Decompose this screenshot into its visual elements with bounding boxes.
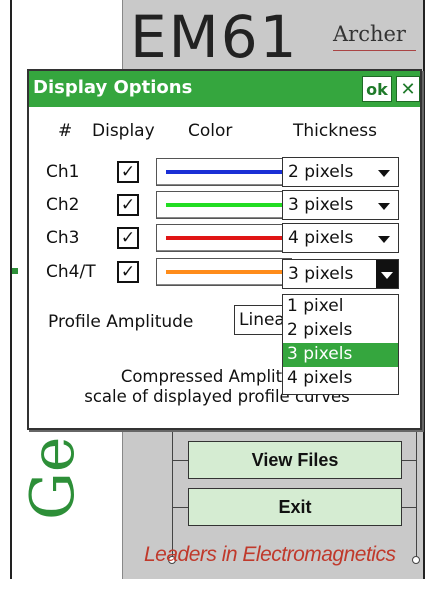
channel-label: Ch1 [46, 162, 80, 182]
chevron-down-icon [381, 272, 393, 279]
screen: EM61 Archer Ge View Files Exit Leaders i… [0, 0, 428, 579]
ch3-thickness-select[interactable]: 4 pixels [282, 223, 399, 253]
header-thickness: Thickness [293, 121, 378, 141]
ch1-color-button[interactable] [156, 158, 292, 186]
ch4-thickness-value: 3 pixels [288, 264, 354, 284]
ch2-thickness-select[interactable]: 3 pixels [282, 190, 399, 220]
ch1-thickness-value: 2 pixels [288, 162, 354, 182]
ok-button[interactable]: ok [362, 76, 392, 102]
ch4-thickness-select[interactable]: 3 pixels [282, 259, 399, 289]
dropdown-option[interactable]: 1 pixel [283, 295, 398, 319]
ch3-color-swatch [166, 236, 282, 240]
ch4-display-checkbox[interactable]: ✓ [117, 261, 139, 283]
channel-label: Ch3 [46, 228, 80, 248]
tree-node-icon [412, 556, 420, 564]
exit-button[interactable]: Exit [188, 488, 402, 526]
ch3-display-checkbox[interactable]: ✓ [117, 227, 139, 249]
ch4-color-button[interactable] [156, 258, 292, 286]
ch3-color-button[interactable] [156, 224, 292, 252]
menu-branch [172, 507, 188, 508]
channel-label: Ch4/T [46, 262, 96, 282]
ch2-display-checkbox[interactable]: ✓ [117, 194, 139, 216]
side-logo-text: Ge [18, 436, 88, 520]
menu-tree-line [172, 430, 173, 560]
close-icon[interactable]: ✕ [396, 76, 420, 102]
chevron-down-icon [378, 203, 390, 210]
dropdown-option[interactable]: 4 pixels [283, 367, 398, 391]
ch2-color-button[interactable] [156, 191, 292, 219]
chevron-down-icon [378, 236, 390, 243]
header-color: Color [188, 121, 233, 141]
product-logo: EM61 [130, 3, 299, 71]
dropdown-option[interactable]: 3 pixels [283, 343, 398, 367]
header-display: Display [92, 121, 155, 141]
brand-underline [333, 50, 416, 51]
ch3-thickness-value: 4 pixels [288, 228, 354, 248]
tagline: Leaders in Electromagnetics [144, 543, 396, 566]
channel-label: Ch2 [46, 195, 80, 215]
profile-amplitude-label: Profile Amplitude [48, 312, 194, 332]
display-options-dialog: Display Options ok ✕ # Display Color Thi… [27, 69, 422, 430]
side-logo: Ge [18, 437, 88, 590]
dropdown-option[interactable]: 2 pixels [283, 319, 398, 343]
ch1-display-checkbox[interactable]: ✓ [117, 161, 139, 183]
ch2-thickness-value: 3 pixels [288, 195, 354, 215]
menu-branch [402, 507, 416, 508]
menu-branch [402, 460, 416, 461]
ch2-color-swatch [166, 203, 282, 207]
view-files-button[interactable]: View Files [188, 441, 402, 479]
ch1-color-swatch [166, 170, 282, 174]
ch4-color-swatch [166, 270, 282, 274]
menu-tree-line-right [416, 430, 417, 560]
chevron-down-icon [378, 170, 390, 177]
ch1-thickness-select[interactable]: 2 pixels [282, 157, 399, 187]
dropdown-toggle[interactable] [376, 260, 398, 288]
marker-icon [12, 268, 18, 274]
brand-text: Archer [333, 22, 406, 46]
profile-amplitude-value: Linea [239, 310, 285, 330]
dialog-title: Display Options [33, 77, 193, 98]
menu-branch [172, 460, 188, 461]
thickness-dropdown-list: 1 pixel 2 pixels 3 pixels 4 pixels [282, 294, 399, 395]
header-number: # [58, 121, 73, 141]
dialog-titlebar: Display Options ok ✕ [29, 71, 420, 107]
